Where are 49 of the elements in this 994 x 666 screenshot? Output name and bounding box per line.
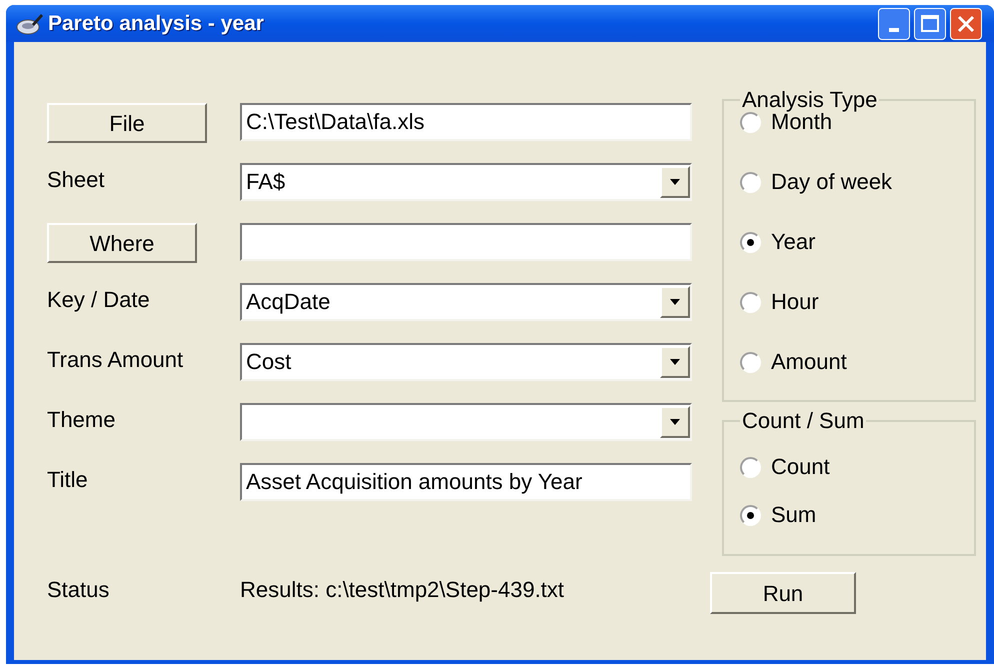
status-text: Results: c:\test\tmp2\Step-439.txt — [240, 576, 566, 604]
field-label: Title — [47, 466, 88, 494]
radio-button[interactable] — [740, 232, 761, 252]
window-title: Pareto analysis - year — [48, 10, 264, 37]
radio-option[interactable]: Hour — [740, 291, 958, 313]
radio-option[interactable]: Month — [740, 111, 958, 133]
field-label: Sheet — [47, 166, 104, 194]
dropdown-field[interactable] — [240, 403, 692, 441]
group-label: Analysis Type — [741, 89, 878, 111]
close-button[interactable] — [950, 8, 982, 40]
radio-button[interactable] — [740, 112, 761, 132]
group-label: Count / Sum — [741, 410, 866, 432]
dropdown-arrow-button[interactable] — [660, 406, 690, 438]
radio-button[interactable] — [740, 352, 761, 372]
close-icon — [957, 14, 975, 32]
caret-icon — [670, 359, 680, 365]
radio-option[interactable]: Year — [740, 231, 958, 253]
radio-option[interactable]: Day of week — [740, 171, 958, 193]
dropdown-field[interactable]: Cost — [240, 343, 692, 381]
caret-icon — [670, 419, 680, 425]
minimize-icon — [889, 28, 899, 32]
dropdown-field[interactable]: AcqDate — [240, 283, 692, 321]
run-button[interactable]: Run — [710, 572, 856, 614]
caret-icon — [670, 299, 680, 305]
dropdown-field[interactable]: FA$ — [240, 163, 692, 201]
dropdown-arrow-button[interactable] — [660, 346, 690, 378]
maximize-icon — [921, 15, 939, 32]
radio-button[interactable] — [740, 172, 761, 192]
input-field[interactable]: Asset Acquisition amounts by Year — [240, 463, 692, 501]
file-button[interactable]: File — [47, 103, 207, 143]
radio-option[interactable]: Sum — [740, 504, 958, 526]
field-label: Trans Amount — [47, 346, 184, 374]
where-button[interactable]: Where — [47, 223, 197, 263]
field-label: Key / Date — [47, 286, 150, 314]
radio-option[interactable]: Count — [740, 456, 958, 478]
radio-button[interactable] — [740, 456, 761, 478]
input-field[interactable]: C:\Test\Data\fa.xls — [240, 103, 692, 141]
radio-option[interactable]: Amount — [740, 351, 958, 373]
field-label: Theme — [47, 406, 116, 434]
input-field[interactable] — [240, 223, 692, 261]
dropdown-arrow-button[interactable] — [660, 286, 690, 318]
caret-icon — [670, 179, 680, 185]
app-icon — [16, 12, 44, 36]
maximize-button[interactable] — [914, 8, 946, 40]
minimize-button[interactable] — [878, 8, 910, 40]
status-label: Status — [47, 576, 110, 604]
radio-button[interactable] — [740, 504, 761, 526]
radio-button[interactable] — [740, 292, 761, 312]
dropdown-arrow-button[interactable] — [660, 166, 690, 198]
